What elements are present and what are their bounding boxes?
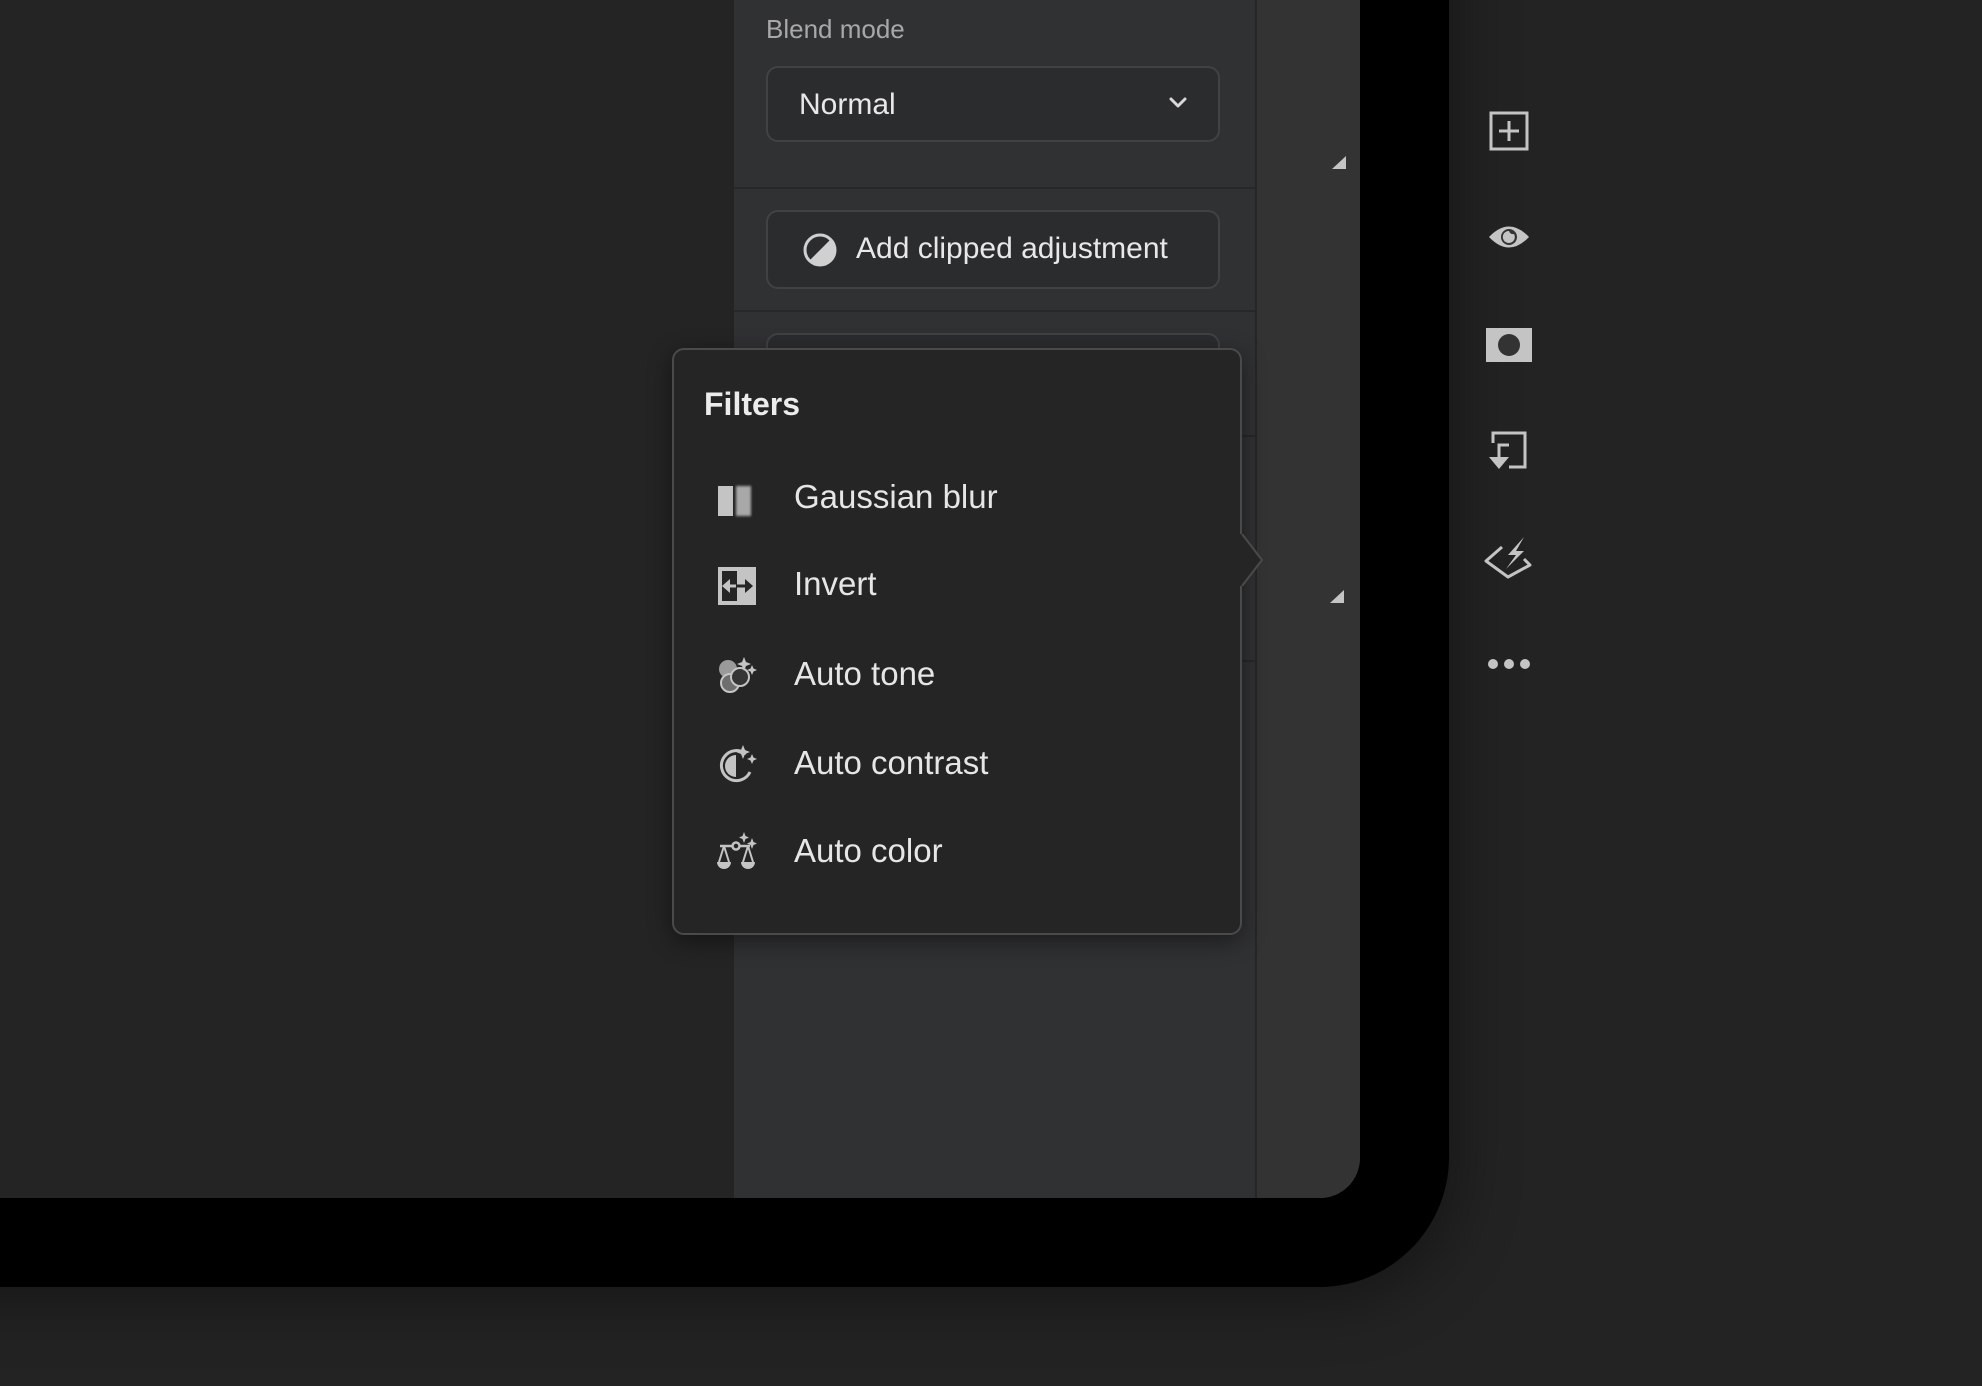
blend-mode-value: Normal: [799, 88, 896, 121]
invert-icon: [718, 567, 756, 605]
add-layer-icon: [1489, 111, 1529, 151]
filters-icon: [1484, 537, 1532, 579]
mask-icon: [1486, 328, 1532, 362]
adjustment-icon: [803, 233, 837, 267]
visibility-button[interactable]: [1481, 209, 1537, 265]
panel-divider: [734, 187, 1255, 189]
auto-contrast-icon: [719, 745, 757, 782]
menu-item-label: Gaussian blur: [794, 478, 998, 515]
filters-popover: Filters Gaussian blur Invert Auto tone A…: [672, 348, 1242, 935]
merge-down-icon: [1489, 431, 1527, 469]
layer-actions-rail: [1257, 0, 1360, 1198]
auto-color-icon: [717, 832, 757, 869]
chevron-down-icon: [1169, 97, 1187, 108]
submenu-indicator-icon: [1332, 156, 1346, 169]
filters-button[interactable]: [1481, 530, 1537, 586]
auto-tone-icon: [719, 657, 757, 693]
menu-item-auto-contrast[interactable]: Auto contrast: [674, 724, 1240, 804]
merge-down-button[interactable]: [1481, 424, 1537, 480]
mask-button[interactable]: [1481, 317, 1537, 373]
add-clipped-adjustment-button[interactable]: Add clipped adjustment: [766, 210, 1220, 289]
menu-item-auto-color[interactable]: Auto color: [674, 812, 1240, 892]
eye-icon: [1489, 226, 1529, 248]
submenu-indicator-icon: [1330, 590, 1344, 603]
panel-divider: [734, 310, 1255, 312]
blend-mode-label: Blend mode: [766, 14, 905, 44]
menu-item-auto-tone[interactable]: Auto tone: [674, 635, 1240, 715]
menu-item-invert[interactable]: Invert: [674, 545, 1240, 625]
menu-item-label: Auto contrast: [794, 744, 989, 781]
gaussian-blur-icon: [718, 486, 751, 516]
blend-mode-dropdown[interactable]: Normal: [766, 66, 1220, 142]
more-options-button[interactable]: [1481, 636, 1537, 692]
menu-item-label: Invert: [794, 565, 877, 602]
add-clipped-adjustment-label: Add clipped adjustment: [856, 232, 1168, 265]
popover-title: Filters: [704, 386, 801, 422]
more-icon: [1488, 659, 1530, 669]
popover-pointer: [1236, 534, 1264, 586]
menu-item-gaussian-blur[interactable]: Gaussian blur: [674, 458, 1240, 538]
canvas-area[interactable]: [0, 0, 734, 1198]
menu-item-label: Auto color: [794, 832, 943, 869]
menu-item-label: Auto tone: [794, 655, 936, 692]
add-layer-button[interactable]: [1481, 103, 1537, 159]
